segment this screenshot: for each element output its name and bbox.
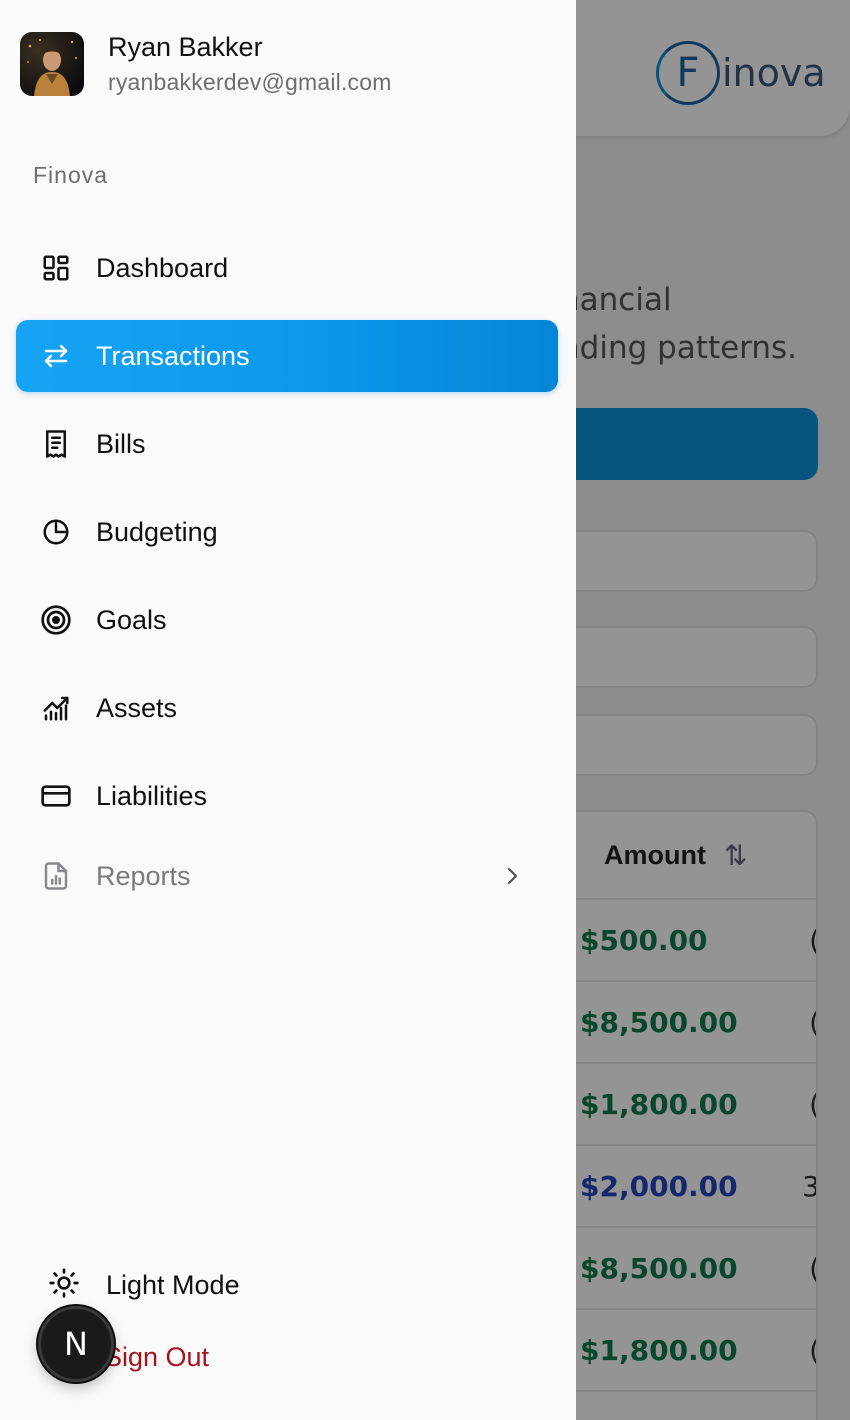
report-file-icon: [40, 860, 72, 892]
arrows-swap-icon: [40, 340, 72, 372]
chevron-right-icon[interactable]: [498, 862, 526, 890]
target-icon: [40, 604, 72, 636]
bar-chart-trend-icon: [40, 692, 72, 724]
receipt-icon: [40, 428, 72, 460]
sidebar-item-label: Budgeting: [96, 516, 218, 547]
sidebar-item-label: Assets: [96, 692, 178, 723]
light-mode-label: Light Mode: [106, 1269, 240, 1300]
pie-chart-icon: [40, 516, 72, 548]
sidebar-item-label: Goals: [96, 604, 167, 635]
sign-out-button[interactable]: Sign Out: [104, 1336, 209, 1378]
sidebar-item-transactions[interactable]: Transactions: [16, 320, 558, 392]
credit-card-icon: [40, 780, 72, 812]
avatar: [20, 32, 84, 96]
sidebar-item-bills[interactable]: Bills: [16, 408, 558, 480]
sidebar-item-goals[interactable]: Goals: [16, 584, 558, 656]
sidebar-item-label: Transactions: [96, 340, 250, 371]
sidebar-item-label: Bills: [96, 428, 146, 459]
dashboard-icon: [40, 252, 72, 284]
user-name: Ryan Bakker: [108, 32, 263, 62]
sidebar-item-label: Reports: [96, 860, 191, 891]
navigation-drawer: Ryan Bakker ryanbakkerdev@gmail.com Fino…: [0, 0, 576, 1420]
sidebar-item-label: Liabilities: [96, 780, 208, 811]
sidebar-item-dashboard[interactable]: Dashboard: [16, 232, 558, 304]
sidebar-item-liabilities[interactable]: Liabilities: [16, 760, 558, 832]
sidebar-item-budgeting[interactable]: Budgeting: [16, 496, 558, 568]
user-email: ryanbakkerdev@gmail.com: [108, 69, 392, 95]
section-label: Finova: [33, 162, 109, 188]
user-profile[interactable]: Ryan Bakker ryanbakkerdev@gmail.com: [20, 32, 392, 98]
light-mode-toggle[interactable]: Light Mode: [48, 1264, 240, 1306]
sidebar-item-assets[interactable]: Assets: [16, 672, 558, 744]
sidebar-item-label: Dashboard: [96, 252, 229, 283]
dev-tools-badge[interactable]: N: [38, 1306, 114, 1382]
sign-out-label: Sign Out: [104, 1341, 210, 1372]
sidebar-item-reports[interactable]: Reports: [16, 840, 558, 912]
sun-icon: [48, 1267, 80, 1304]
sidebar-nav: Dashboard Transactions Bills Budgeting G…: [16, 232, 558, 928]
